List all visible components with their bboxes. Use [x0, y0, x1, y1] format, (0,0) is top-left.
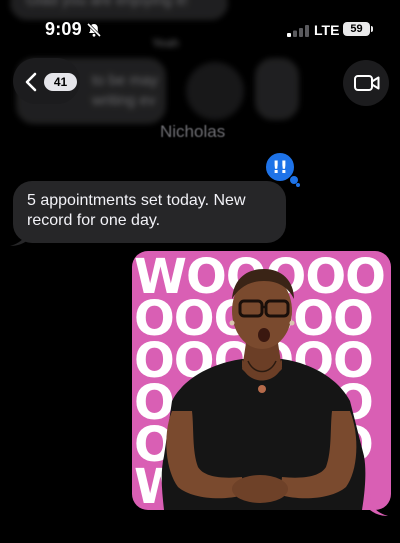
video-camera-icon[interactable] — [354, 74, 380, 92]
bell-slash-icon — [86, 22, 102, 38]
gif-message[interactable]: WOOOOO OOOOOO OOOOOO OOOOOO OOOOOO W — [132, 251, 391, 510]
blurred-avatar — [186, 62, 244, 120]
blurred-message-text: writing ev — [92, 92, 156, 109]
gif-bubble-tail — [370, 494, 388, 516]
unread-count-badge[interactable]: 41 — [44, 73, 77, 91]
blurred-message-text: Glad you are enjoying it! — [26, 0, 188, 9]
network-type: LTE — [314, 22, 340, 38]
bubble-tail — [10, 224, 28, 246]
status-time: 9:09 — [45, 19, 82, 39]
battery-indicator: 59 — [343, 22, 370, 36]
signal-bars-icon — [287, 25, 309, 37]
tapback-exclamation-icon[interactable]: !! — [264, 151, 300, 187]
tapback-label: !! — [272, 158, 288, 178]
message-text: 5 appointments set today. New record for… — [27, 192, 246, 229]
contact-name[interactable]: Nicholas — [160, 122, 225, 142]
gif-person-image — [161, 269, 366, 510]
incoming-message-bubble[interactable]: 5 appointments set today. New record for… — [13, 181, 286, 243]
blurred-message-text: Yeah — [152, 36, 179, 50]
blurred-message-text: to be may — [92, 72, 158, 89]
blurred-bubble-right — [255, 58, 299, 120]
chevron-left-icon[interactable] — [25, 72, 37, 92]
